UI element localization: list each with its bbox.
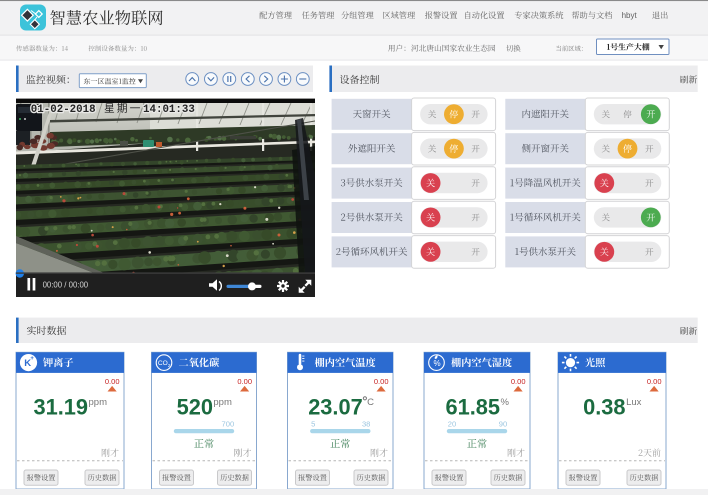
svg-text:ppm: ppm	[213, 397, 232, 408]
svg-text:ppm: ppm	[89, 397, 108, 408]
svg-text:Lux: Lux	[626, 397, 642, 408]
svg-text:520: 520	[177, 395, 213, 420]
svg-text:0.00: 0.00	[105, 377, 120, 386]
svg-text:00:00 / 00:00: 00:00 / 00:00	[43, 281, 89, 290]
svg-text:0.00: 0.00	[374, 377, 389, 386]
svg-text:CO: CO	[158, 360, 168, 367]
svg-text:0.00: 0.00	[237, 377, 252, 386]
svg-text:0.38: 0.38	[583, 395, 625, 420]
svg-text:14:01:33: 14:01:33	[143, 104, 195, 116]
svg-text:%: %	[501, 397, 510, 408]
svg-text:C: C	[367, 397, 374, 408]
svg-text:700: 700	[222, 420, 235, 429]
svg-text:hbyt: hbyt	[622, 11, 638, 20]
svg-text:5: 5	[311, 420, 315, 429]
svg-text:%: %	[433, 359, 440, 368]
svg-text:2: 2	[168, 363, 171, 368]
svg-text:31.19: 31.19	[34, 395, 89, 420]
svg-text:20: 20	[448, 420, 456, 429]
svg-text:90: 90	[499, 420, 507, 429]
svg-text:0.00: 0.00	[511, 377, 526, 386]
svg-text:+: +	[30, 356, 34, 362]
svg-text:23.07: 23.07	[308, 395, 363, 420]
svg-text:01-02-2018: 01-02-2018	[31, 104, 96, 116]
svg-text:61.85: 61.85	[446, 395, 501, 420]
svg-text:0.00: 0.00	[647, 377, 662, 386]
svg-text:38: 38	[362, 420, 370, 429]
